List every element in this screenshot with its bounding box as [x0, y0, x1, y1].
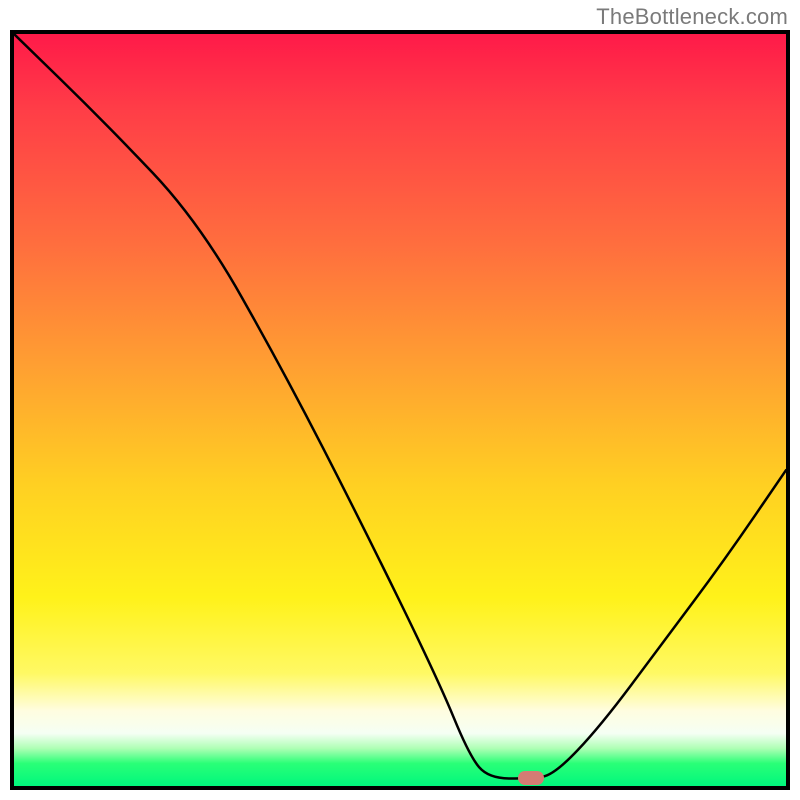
- bottleneck-curve-path: [14, 34, 786, 778]
- watermark-text: TheBottleneck.com: [596, 4, 788, 30]
- optimal-marker: [518, 771, 544, 785]
- chart-frame: [10, 30, 790, 790]
- chart-line-svg: [14, 34, 786, 786]
